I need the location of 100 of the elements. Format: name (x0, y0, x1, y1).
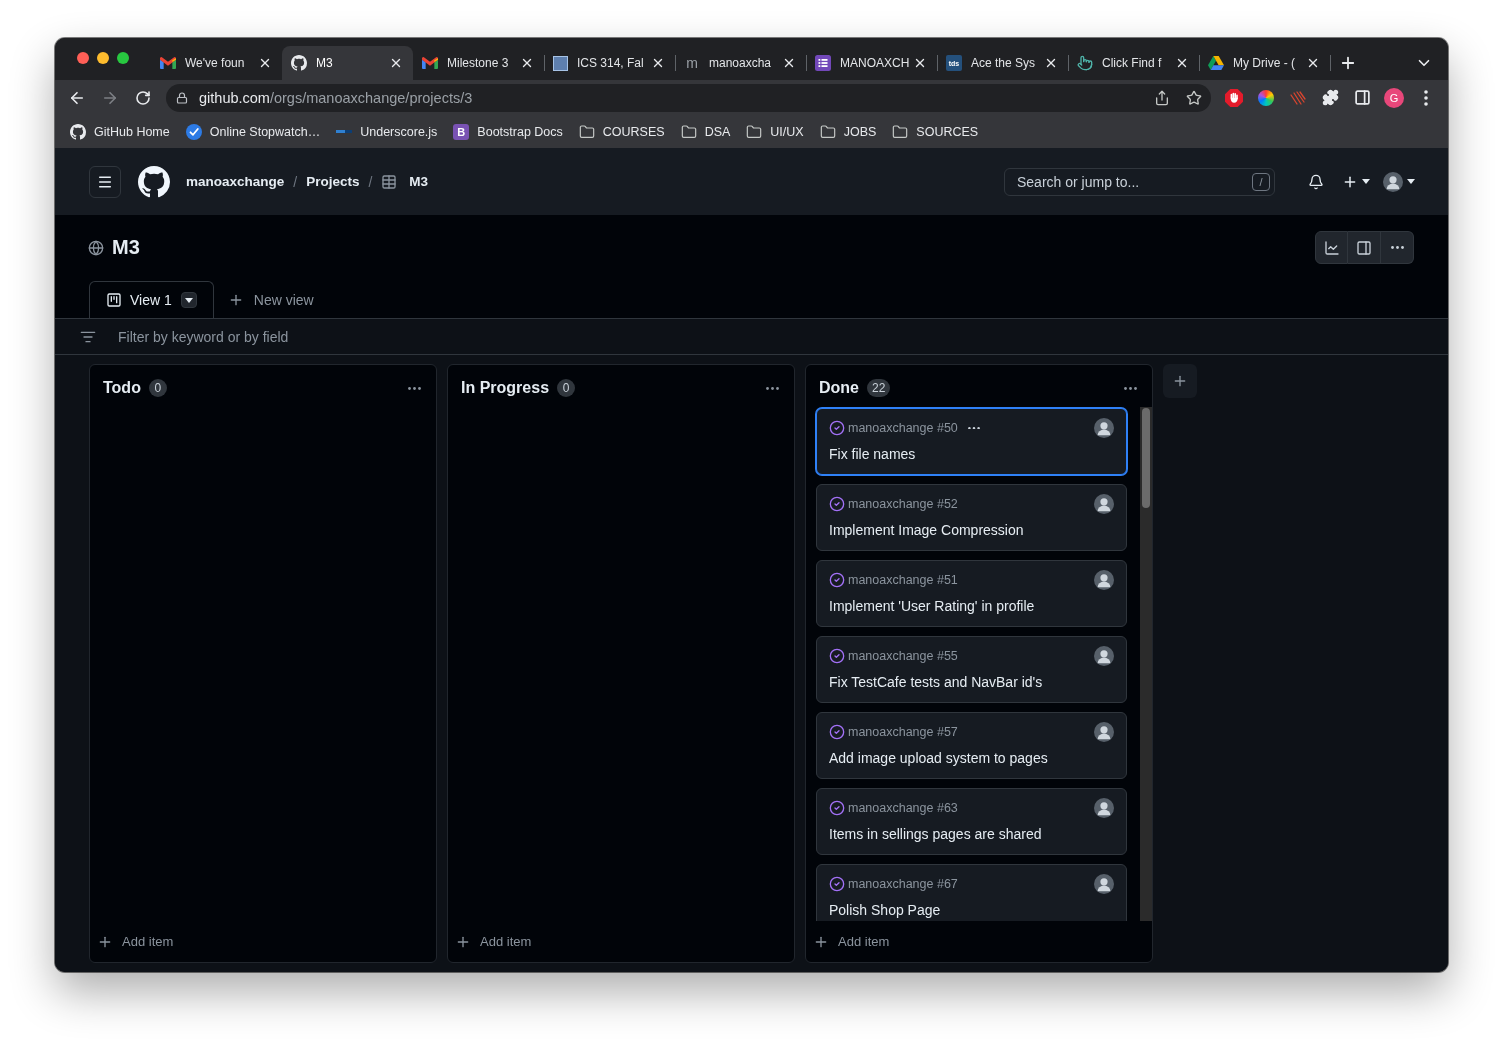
breadcrumb-link[interactable]: manoaxchange (186, 174, 285, 189)
add-item-button[interactable]: Add item (90, 921, 436, 962)
close-icon[interactable] (520, 56, 534, 70)
more-icon[interactable] (766, 386, 779, 390)
close-icon[interactable] (1044, 56, 1058, 70)
bell-icon[interactable] (1308, 173, 1324, 190)
close-icon[interactable] (389, 56, 403, 70)
github-logo-icon[interactable] (138, 165, 170, 198)
bookmark-item[interactable]: JOBS (811, 118, 885, 145)
lock-icon[interactable] (176, 91, 188, 104)
issue-title[interactable]: Implement 'User Rating' in profile (829, 596, 1035, 616)
browser-tab[interactable]: My Drive - ( (1199, 46, 1330, 80)
browser-tab[interactable]: Click Find f (1068, 46, 1199, 80)
issue-card[interactable]: manoaxchange #63 Items in sellings pages are shared (816, 788, 1127, 855)
issue-reference: manoaxchange #52 (848, 497, 958, 511)
issue-title[interactable]: Items in sellings pages are shared (829, 824, 1042, 844)
close-icon[interactable] (913, 56, 927, 70)
issue-card[interactable]: manoaxchange #50 Fix file names (816, 408, 1127, 475)
bookmark-item[interactable]: Underscore.js (328, 118, 446, 145)
window-zoom-icon[interactable] (117, 52, 129, 64)
more-options-button[interactable] (1381, 231, 1414, 264)
sidebar-icon[interactable] (1353, 89, 1371, 106)
close-icon[interactable] (1306, 56, 1320, 70)
avatar-icon (1094, 722, 1114, 742)
view-menu-button[interactable] (180, 292, 197, 308)
window-close-icon[interactable] (77, 52, 89, 64)
bookmark-item[interactable]: DSA (672, 118, 739, 145)
bookmark-item[interactable]: SOURCES (884, 118, 987, 145)
add-item-button[interactable]: Add item (448, 921, 794, 962)
browser-tab[interactable]: We've foun (151, 46, 282, 80)
add-item-button[interactable]: Add item (806, 921, 1152, 962)
menu-button[interactable] (89, 165, 121, 198)
issue-card[interactable]: manoaxchange #55 Fix TestCafe tests and NavBar id's (816, 636, 1127, 703)
star-icon[interactable] (1186, 89, 1202, 106)
close-icon[interactable] (782, 56, 796, 70)
column-title: Done (819, 379, 859, 397)
side-panel-button[interactable] (1348, 231, 1381, 264)
square-icon (553, 55, 568, 71)
browser-tab[interactable]: Milestone 3 (413, 46, 544, 80)
browser-tab[interactable]: M3 (282, 46, 413, 80)
profile-avatar[interactable]: G (1384, 87, 1404, 108)
browser-tab[interactable]: MANOAXCH (806, 46, 937, 80)
check-circle-icon (829, 876, 845, 892)
issue-card[interactable]: manoaxchange #52 Implement Image Compression (816, 484, 1127, 551)
insights-button[interactable] (1315, 231, 1348, 264)
scrollbar[interactable] (1140, 407, 1152, 921)
bookmark-item[interactable]: Online Stopwatch… (177, 118, 329, 145)
more-icon[interactable] (1424, 89, 1428, 106)
color-wheel-icon[interactable] (1258, 89, 1274, 106)
reload-icon[interactable] (135, 89, 151, 106)
window-minimize-icon[interactable] (97, 52, 109, 64)
more-icon[interactable] (1124, 386, 1137, 390)
puzzle-icon[interactable] (1321, 89, 1339, 106)
browser-tab[interactable]: m manoaxcha (675, 46, 806, 80)
bookmark-item[interactable]: UI/UX (738, 118, 812, 145)
more-icon[interactable] (408, 386, 421, 390)
bookmark-item[interactable]: COURSES (570, 118, 673, 145)
more-icon[interactable] (967, 426, 980, 430)
issue-reference: manoaxchange #55 (848, 649, 958, 663)
line-chart-icon (1323, 239, 1340, 256)
issue-card[interactable]: manoaxchange #51 Implement 'User Rating' in profile (816, 560, 1127, 627)
breadcrumb-separator: / (368, 173, 373, 190)
underscore-icon (336, 130, 353, 133)
issue-title[interactable]: Fix TestCafe tests and NavBar id's (829, 672, 1043, 692)
bookmark-tile: B (453, 123, 470, 140)
check-circle-icon (829, 648, 845, 664)
plus-icon[interactable] (1339, 54, 1357, 72)
github-logo-icon (70, 123, 86, 140)
browser-tab[interactable]: ICS 314, Fal (544, 46, 675, 80)
issue-title[interactable]: Add image upload system to pages (829, 748, 1048, 768)
count-badge: 0 (557, 379, 576, 397)
breadcrumb-link[interactable]: Projects (306, 174, 360, 189)
issue-title[interactable]: Fix file names (829, 444, 916, 464)
issue-card[interactable]: manoaxchange #67 Polish Shop Page (816, 864, 1127, 921)
stop-hand-icon[interactable] (1225, 88, 1243, 107)
filter-field[interactable]: Filter by keyword or by field (118, 324, 1448, 349)
url-text: github.com/orgs/manoaxchange/projects/3 (199, 89, 474, 106)
issue-title[interactable]: Polish Shop Page (829, 900, 941, 920)
breadcrumb-link[interactable]: M3 (381, 173, 429, 190)
pointer-hand-icon (1077, 55, 1093, 71)
issue-title[interactable]: Implement Image Compression (829, 520, 1024, 540)
issue-card[interactable]: manoaxchange #57 Add image upload system to pages (816, 712, 1127, 779)
avatar-icon (1094, 798, 1114, 818)
folder-icon (578, 123, 595, 140)
close-icon[interactable] (651, 56, 665, 70)
address-field[interactable]: github.com/orgs/manoaxchange/projects/3 (166, 83, 1211, 112)
share-icon[interactable] (1154, 89, 1170, 106)
more-icon (1390, 246, 1404, 249)
close-icon[interactable] (1175, 56, 1189, 70)
bookmark-item[interactable]: GitHub Home (62, 118, 178, 145)
mail-icon (160, 57, 176, 69)
new-view-button[interactable]: New view (227, 281, 314, 318)
close-icon[interactable] (258, 56, 272, 70)
diagonal-stripes-icon[interactable] (1290, 90, 1306, 105)
issue-reference: manoaxchange #50 (848, 421, 958, 435)
caret-icon (1362, 179, 1370, 184)
check-circle-icon (829, 496, 845, 512)
add-column-button[interactable] (1163, 364, 1197, 398)
bookmark-item[interactable]: B Bootstrap Docs (445, 118, 571, 145)
check-circle-icon (829, 800, 845, 816)
